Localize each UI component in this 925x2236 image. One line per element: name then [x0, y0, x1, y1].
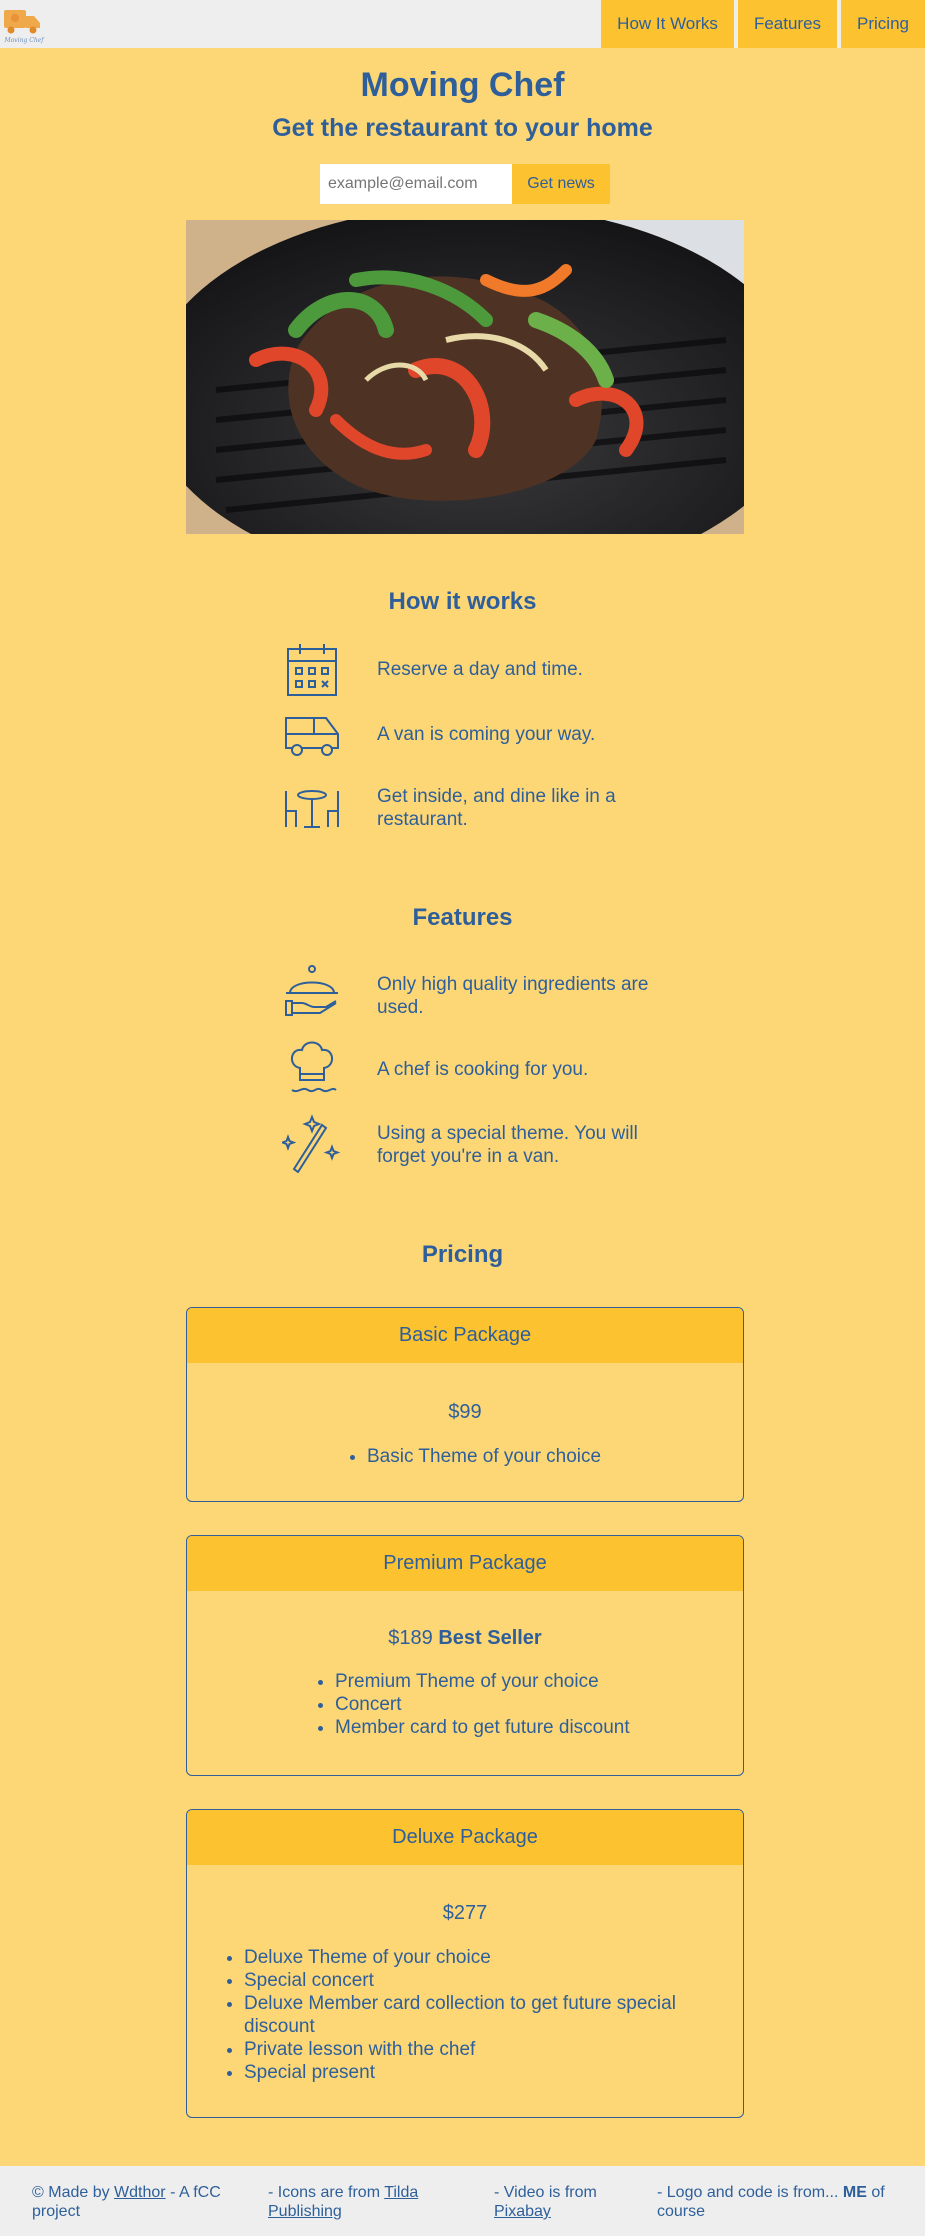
- list-item: Deluxe Theme of your choice: [244, 1946, 724, 1969]
- deluxe-package-price: $277: [442, 1902, 488, 1924]
- email-input[interactable]: [320, 164, 512, 204]
- best-seller-badge: Best Seller: [438, 1627, 542, 1649]
- deluxe-package-list: Deluxe Theme of your choice Special conc…: [224, 1946, 724, 2084]
- how-step-3-text: Get inside, and dine like in a restauran…: [377, 786, 616, 830]
- author-link[interactable]: Wdthor: [114, 2184, 166, 2201]
- footer-me-text: ME: [842, 2184, 867, 2201]
- van-icon: [282, 706, 342, 766]
- deluxe-package-card: Deluxe Package $277 Deluxe Theme of your…: [186, 1809, 744, 2118]
- list-item: Premium Theme of your choice: [335, 1670, 630, 1693]
- list-item: Special present: [244, 2061, 724, 2084]
- basic-package-price: $99: [448, 1401, 482, 1423]
- list-item: Deluxe Member card collection to get fut…: [244, 1992, 724, 2038]
- get-news-button[interactable]: Get news: [512, 164, 610, 204]
- page-subtitle: Get the restaurant to your home: [272, 114, 653, 142]
- feature-2-text: A chef is cooking for you.: [377, 1059, 589, 1080]
- feature-1-text: Only high quality ingredients are used.: [377, 974, 649, 1018]
- chef-hat-icon: [282, 1038, 342, 1098]
- nav-features[interactable]: Features: [737, 0, 838, 48]
- features-title: Features: [412, 904, 513, 931]
- how-it-works-title: How it works: [388, 588, 537, 615]
- premium-package-price-line: $189 Best Seller: [187, 1627, 743, 1650]
- basic-package-card: Basic Package $99 Basic Theme of your ch…: [186, 1307, 744, 1502]
- list-item: Concert: [335, 1693, 630, 1716]
- list-item: Member card to get future discount: [335, 1716, 630, 1739]
- footer-video-credit: - Video is from Pixabay: [494, 2183, 644, 2221]
- premium-package-list: Premium Theme of your choice Concert Mem…: [315, 1670, 630, 1739]
- how-step-2-text: A van is coming your way.: [377, 724, 596, 745]
- premium-package-name: Premium Package: [187, 1536, 743, 1591]
- cloche-icon: [282, 963, 342, 1023]
- footer-credit: © Made by Wdthor - A fCC project: [32, 2183, 232, 2221]
- nav-pricing[interactable]: Pricing: [841, 0, 925, 48]
- site-header: Moving Chef How It Works Features Pricin…: [0, 0, 925, 48]
- basic-package-name: Basic Package: [187, 1308, 743, 1363]
- basic-package-list: Basic Theme of your choice: [347, 1445, 601, 1468]
- footer-credit-prefix: © Made by: [32, 2184, 115, 2201]
- newsletter-form: Get news: [320, 164, 610, 204]
- premium-package-price: $189: [388, 1627, 433, 1649]
- promo-video[interactable]: [186, 220, 744, 534]
- premium-package-card: Premium Package $189 Best Seller Premium…: [186, 1535, 744, 1776]
- footer-icons-credit: - Icons are from Tilda Publishing: [268, 2183, 458, 2221]
- footer-icons-prefix: - Icons are from: [268, 2184, 385, 2201]
- deluxe-package-name: Deluxe Package: [187, 1810, 743, 1865]
- list-item: Basic Theme of your choice: [367, 1445, 601, 1468]
- nav-how-it-works[interactable]: How It Works: [601, 0, 734, 48]
- calendar-icon: [282, 641, 342, 701]
- footer-logo-prefix: - Logo and code is from...: [657, 2184, 843, 2201]
- footer-logo-credit: - Logo and code is from... ME of course: [657, 2183, 897, 2221]
- footer-video-prefix: - Video is from: [494, 2184, 597, 2201]
- pixabay-link[interactable]: Pixabay: [494, 2203, 551, 2220]
- pricing-title: Pricing: [421, 1241, 504, 1268]
- list-item: Private lesson with the chef: [244, 2038, 724, 2061]
- main-nav: How It Works Features Pricing: [597, 0, 925, 48]
- magic-wand-icon: [279, 1113, 342, 1174]
- page-title: Moving Chef: [360, 66, 565, 104]
- moving-chef-logo[interactable]: Moving Chef: [2, 2, 46, 46]
- svg-text:Moving Chef: Moving Chef: [4, 37, 46, 44]
- dining-table-icon: [282, 781, 342, 841]
- how-step-1-text: Reserve a day and time.: [377, 659, 583, 680]
- list-item: Special concert: [244, 1969, 724, 1992]
- feature-3-text: Using a special theme. You will forget y…: [377, 1123, 638, 1167]
- site-footer: © Made by Wdthor - A fCC project - Icons…: [0, 2166, 925, 2236]
